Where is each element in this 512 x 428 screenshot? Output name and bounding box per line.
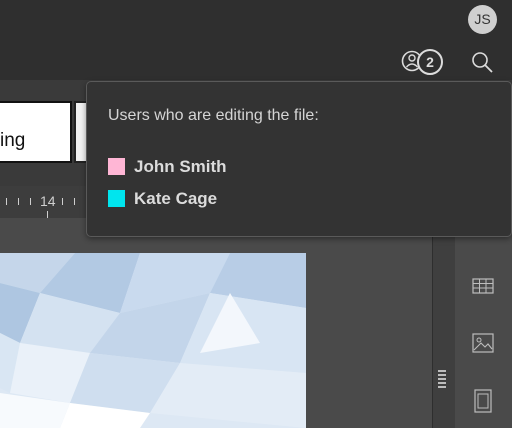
scrollbar-thumb[interactable] bbox=[436, 368, 448, 392]
editing-users-popup: Users who are editing the file: John Smi… bbox=[86, 81, 512, 237]
ruler-indent-marker[interactable] bbox=[47, 211, 48, 218]
style-preview[interactable]: ing bbox=[0, 101, 72, 163]
popup-title: Users who are editing the file: bbox=[108, 107, 319, 124]
ruler-tick bbox=[62, 198, 63, 205]
ruler-tick bbox=[74, 198, 75, 205]
user-color-swatch bbox=[108, 158, 125, 175]
ruler-tick bbox=[6, 198, 7, 205]
editing-users-count: 2 bbox=[417, 49, 443, 75]
ruler-number: 14 bbox=[40, 193, 56, 209]
vertical-scrollbar[interactable] bbox=[432, 218, 455, 428]
ruler-tick bbox=[30, 198, 31, 205]
table-icon[interactable] bbox=[472, 276, 494, 301]
document-page[interactable] bbox=[0, 253, 306, 428]
search-button[interactable] bbox=[469, 49, 495, 75]
image-icon[interactable] bbox=[472, 332, 494, 359]
search-icon bbox=[472, 52, 493, 73]
page-background-image bbox=[0, 253, 306, 428]
editing-users-button[interactable]: 2 bbox=[400, 47, 446, 77]
user-name: John Smith bbox=[134, 157, 227, 176]
user-avatar[interactable]: JS bbox=[468, 5, 497, 34]
page-layout-icon[interactable] bbox=[472, 389, 494, 418]
ruler-tick bbox=[18, 198, 19, 205]
user-color-swatch bbox=[108, 190, 125, 207]
user-name: Kate Cage bbox=[134, 189, 218, 208]
